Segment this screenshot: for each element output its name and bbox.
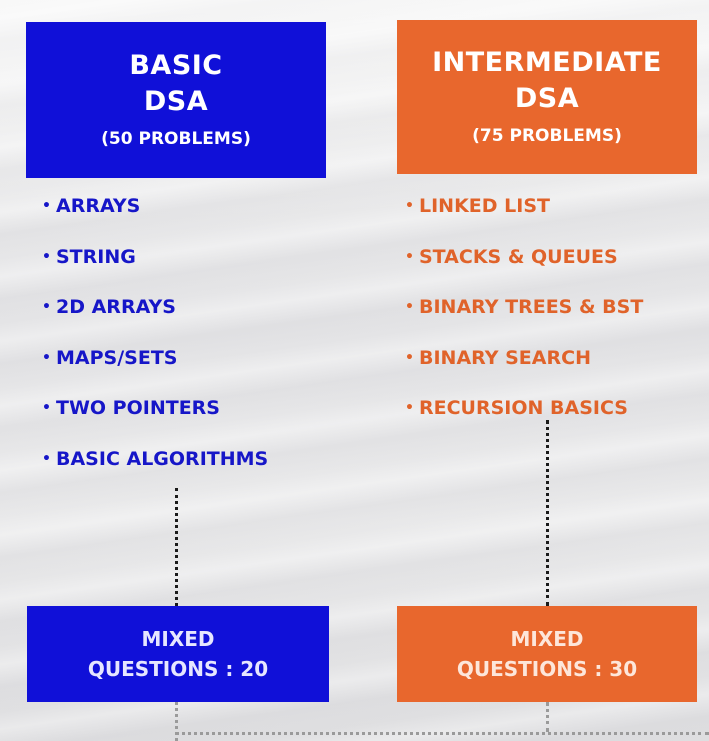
- bullet-icon: •: [405, 248, 414, 265]
- basic-topic-label: BASIC ALGORITHMS: [56, 447, 269, 470]
- basic-topic-list: • ARRAYS • STRING • 2D ARRAYS • MAPS/SETS • T…: [42, 196, 268, 499]
- basic-topic-item: • TWO POINTERS: [42, 398, 268, 449]
- bullet-icon: •: [405, 400, 414, 416]
- basic-topic-label: ARRAYS: [56, 195, 141, 217]
- bullet-icon: •: [42, 248, 51, 265]
- bullet-icon: •: [405, 198, 414, 214]
- intermediate-dsa-header: INTERMEDIATE DSA (75 PROBLEMS): [397, 20, 697, 174]
- intermediate-topic-label: BINARY SEARCH: [419, 346, 591, 369]
- intermediate-dotted-connector: [546, 420, 549, 606]
- bullet-icon: •: [42, 400, 51, 416]
- basic-dsa-header: BASIC DSA (50 PROBLEMS): [26, 22, 326, 178]
- intermediate-mixed-questions-box: MIXED QUESTIONS : 30: [397, 606, 697, 702]
- bullet-icon: •: [42, 198, 51, 214]
- intermediate-topic-item: • BINARY TREES & BST: [405, 297, 643, 348]
- basic-title-line1: BASIC: [129, 50, 223, 81]
- basic-topic-item: • ARRAYS: [42, 196, 268, 247]
- intermediate-topic-label: BINARY TREES & BST: [419, 296, 644, 318]
- intermediate-mixed-line1: MIXED: [510, 627, 584, 651]
- basic-topic-label: MAPS/SETS: [56, 346, 178, 369]
- intermediate-topic-list: • LINKED LIST • STACKS & QUEUES • BINARY TR…: [405, 196, 643, 449]
- intermediate-topic-item: • LINKED LIST: [405, 196, 643, 247]
- intermediate-topic-label: RECURSION BASICS: [419, 397, 628, 419]
- basic-topic-label: STRING: [56, 245, 136, 268]
- basic-mixed-line2: QUESTIONS : 20: [87, 657, 269, 681]
- basic-topic-item: • 2D ARRAYS: [42, 297, 268, 348]
- intermediate-title-line2: DSA: [514, 83, 580, 114]
- basic-problem-count: (50 PROBLEMS): [101, 129, 251, 149]
- intermediate-topic-item: • STACKS & QUEUES: [405, 247, 643, 298]
- basic-topic-label: 2D ARRAYS: [56, 296, 176, 318]
- bullet-icon: •: [42, 450, 51, 467]
- bullet-icon: •: [405, 349, 414, 366]
- basic-topic-label: TWO POINTERS: [56, 397, 220, 419]
- basic-topic-item: • MAPS/SETS: [42, 348, 268, 399]
- intermediate-topic-label: LINKED LIST: [419, 195, 550, 217]
- intermediate-title-line1: INTERMEDIATE: [432, 47, 662, 78]
- basic-mixed-line1: MIXED: [141, 627, 215, 651]
- bullet-icon: •: [42, 299, 51, 315]
- bullet-icon: •: [405, 299, 414, 315]
- basic-mixed-questions-box: MIXED QUESTIONS : 20: [27, 606, 329, 702]
- intermediate-topic-item: • RECURSION BASICS: [405, 398, 643, 449]
- basic-dotted-connector: [175, 488, 178, 606]
- intermediate-problem-count: (75 PROBLEMS): [472, 126, 622, 146]
- intermediate-bottom-dotted-connector: [546, 702, 549, 732]
- intermediate-topic-label: STACKS & QUEUES: [419, 245, 618, 268]
- intermediate-mixed-line2: QUESTIONS : 30: [456, 657, 638, 681]
- basic-title-line2: DSA: [143, 86, 209, 117]
- intermediate-topic-item: • BINARY SEARCH: [405, 348, 643, 399]
- bullet-icon: •: [42, 349, 51, 366]
- basic-topic-item: • STRING: [42, 247, 268, 298]
- bottom-dotted-line: [175, 732, 709, 735]
- basic-bottom-dotted-connector: [175, 702, 178, 741]
- basic-topic-item: • BASIC ALGORITHMS: [42, 449, 268, 500]
